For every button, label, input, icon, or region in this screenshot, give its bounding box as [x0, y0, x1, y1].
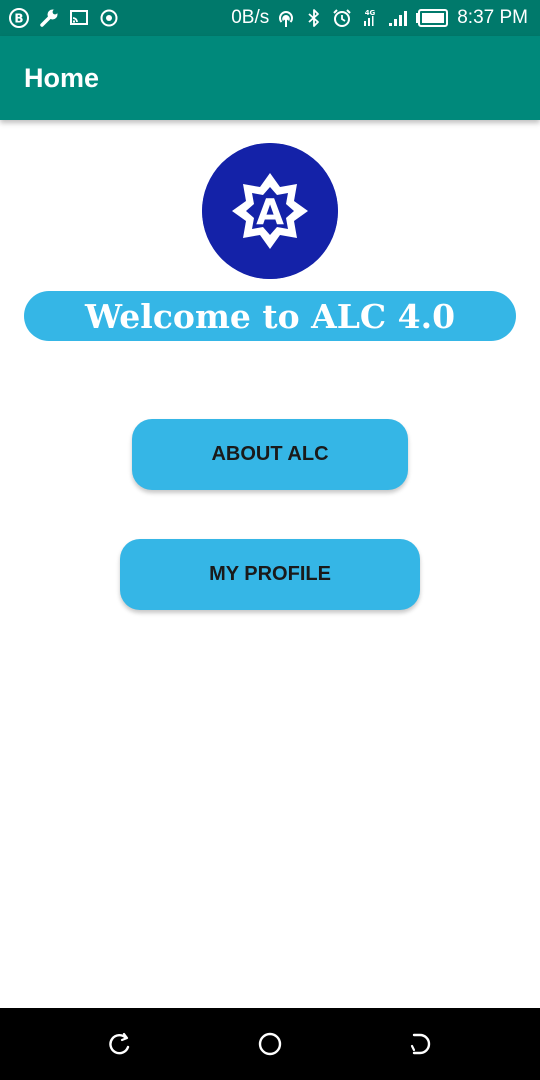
b-badge-icon: B	[8, 7, 30, 29]
alarm-icon	[331, 7, 353, 29]
logo-letter: A	[256, 192, 284, 233]
status-icons-left: B	[8, 6, 120, 30]
battery-icon	[415, 7, 449, 29]
welcome-banner: Welcome to ALC 4.0	[24, 291, 516, 341]
back-icon[interactable]	[404, 1028, 436, 1060]
network-speed: 0B/s	[231, 7, 270, 28]
bluetooth-icon	[303, 7, 325, 29]
welcome-text: Welcome to ALC 4.0	[84, 296, 456, 336]
system-nav-bar	[0, 1008, 540, 1080]
status-time: 8:37 PM	[457, 7, 528, 28]
my-profile-button[interactable]: MY PROFILE	[120, 539, 420, 610]
page-title: Home	[24, 63, 100, 93]
svg-text:B: B	[14, 12, 23, 26]
signal-4g-icon: 4G	[359, 7, 381, 29]
status-icons-right: 0B/s 4G 8:37 PM	[231, 4, 528, 32]
alc-logo: A	[202, 143, 338, 279]
wrench-icon	[38, 7, 60, 29]
about-alc-button[interactable]: ABOUT ALC	[132, 419, 408, 490]
app-bar: Home	[0, 36, 540, 120]
status-bar: B 0B/s 4G 8:37 PM	[0, 0, 540, 36]
recent-apps-icon[interactable]	[104, 1028, 136, 1060]
signal-icon	[387, 7, 409, 29]
record-icon	[98, 7, 120, 29]
home-icon[interactable]	[254, 1028, 286, 1060]
cast-icon	[68, 7, 90, 29]
svg-text:4G: 4G	[365, 9, 376, 17]
hotspot-icon	[275, 7, 297, 29]
